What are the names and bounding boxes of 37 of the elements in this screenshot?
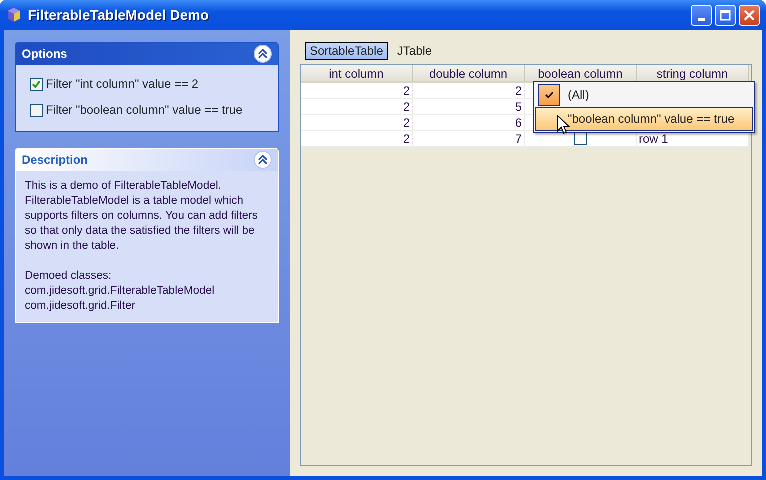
- table-cell: 2: [301, 115, 413, 131]
- description-text: This is a demo of FilterableTableModel. FilterableTableModel is a table model which supports filters on columns. You can add filters so that only data the satisfied the filters will be shown in the table.: [25, 179, 259, 254]
- menu-item[interactable]: (All): [535, 83, 753, 107]
- panel-title: Options: [22, 46, 68, 63]
- column-header[interactable]: boolean column: [525, 65, 637, 83]
- checkbox[interactable]: [30, 104, 43, 116]
- table-cell: 2: [413, 83, 525, 99]
- checkbox[interactable]: [30, 78, 43, 90]
- table-cell: 2: [301, 83, 413, 99]
- table-cell: 7: [413, 131, 525, 147]
- close-icon: [744, 10, 755, 20]
- tab[interactable]: SortableTable: [305, 42, 388, 60]
- tab[interactable]: JTable: [392, 42, 438, 60]
- table-cell: 6: [413, 115, 525, 131]
- column-header[interactable]: int column: [301, 65, 413, 83]
- table-cell: 2: [301, 131, 413, 147]
- collapse-button[interactable]: [254, 45, 272, 63]
- class-list: Demoed classes: com.jidesoft.grid.FilterableTableModel com.jidesoft.grid.Filter: [25, 269, 272, 314]
- checkbox-label[interactable]: Filter "int column" value == 2: [46, 75, 199, 93]
- chevron-up-icon: [258, 49, 268, 59]
- minimize-icon: [698, 18, 705, 20]
- check-icon: [544, 91, 554, 99]
- column-header[interactable]: double column: [413, 65, 525, 83]
- checkbox[interactable]: [574, 132, 587, 145]
- maximize-button[interactable]: [715, 4, 736, 26]
- menu-item[interactable]: "boolean column" value == true: [535, 107, 753, 131]
- collapse-button[interactable]: [254, 151, 272, 169]
- maximize-icon: [720, 10, 731, 20]
- close-button[interactable]: [739, 4, 760, 26]
- minimize-button[interactable]: [691, 4, 712, 26]
- table-cell: 2: [301, 99, 413, 115]
- window-title: FilterableTableModel Demo: [28, 6, 209, 24]
- table-cell: 5: [413, 99, 525, 115]
- app-icon: [6, 7, 22, 23]
- panel-title: Description: [22, 152, 88, 169]
- chevron-up-icon: [258, 155, 268, 165]
- checkbox-label[interactable]: Filter "boolean column" value == true: [46, 101, 243, 119]
